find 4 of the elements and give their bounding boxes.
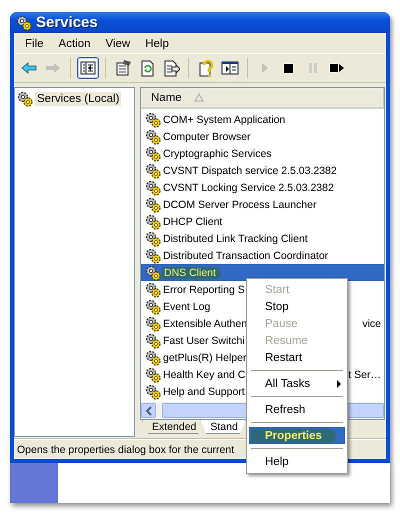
service-name-end: t Ser…	[348, 368, 381, 380]
status-text: Opens the properties dialog box for the current	[17, 444, 234, 456]
window-title: Services	[36, 14, 98, 31]
service-name-end: vice	[362, 318, 381, 330]
